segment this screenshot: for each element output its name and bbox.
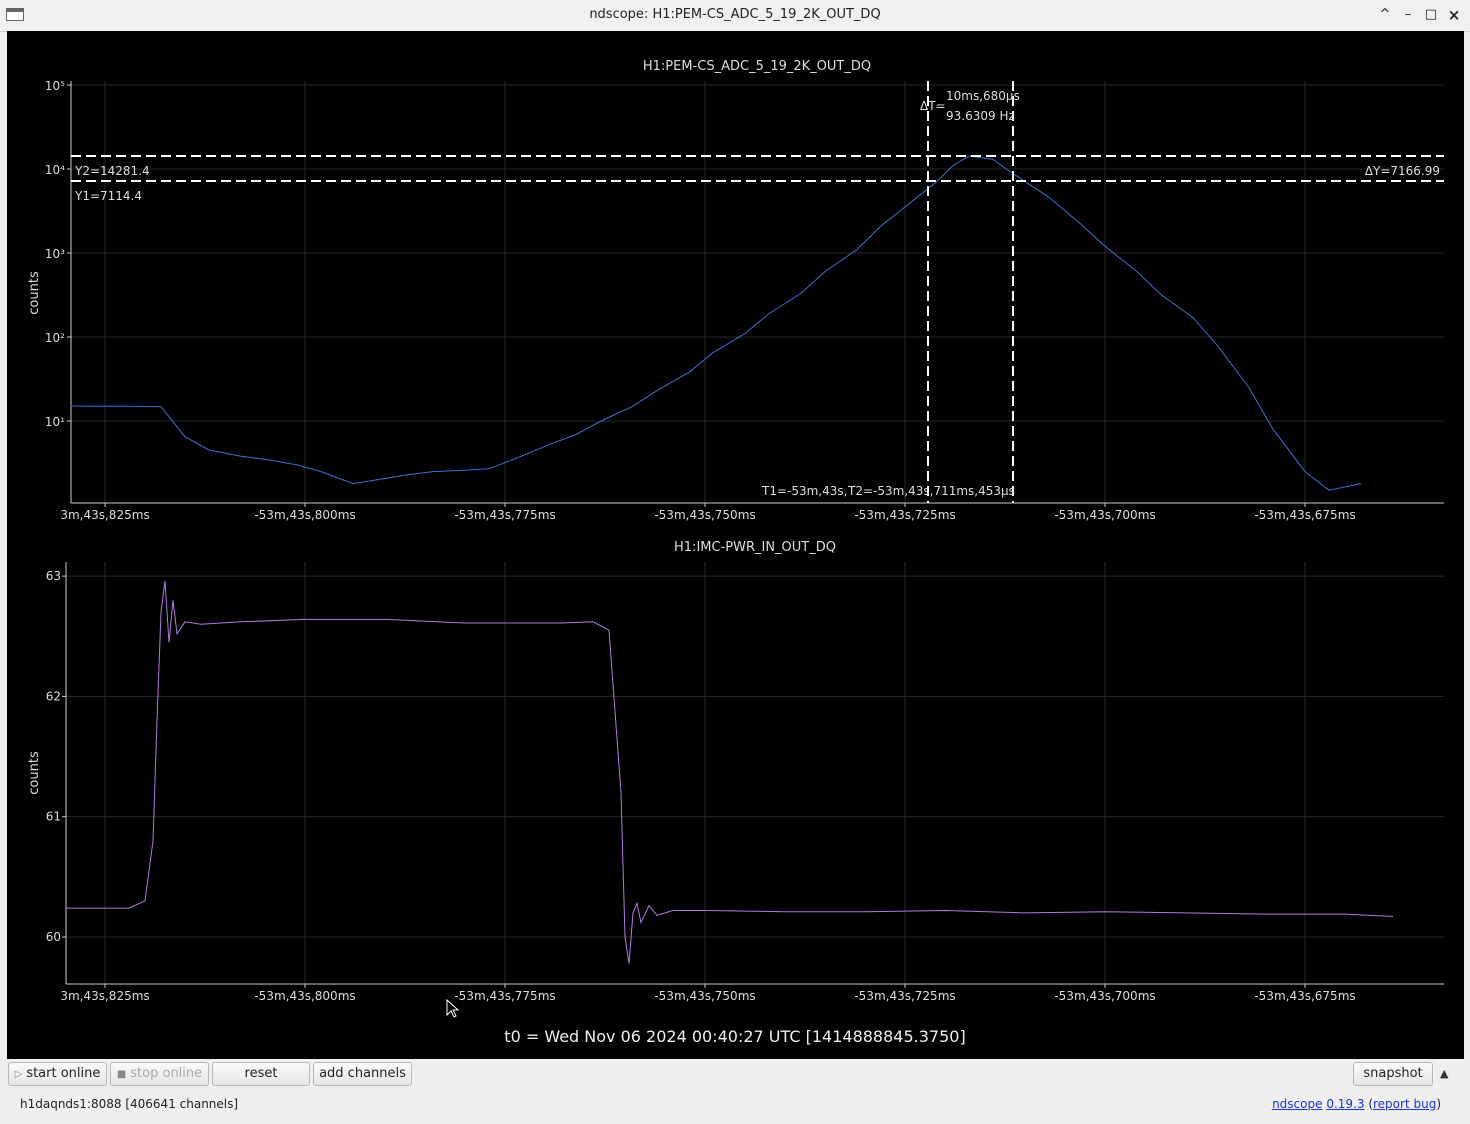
top-x-tick-label: -53m,43s,700ms [1054,508,1155,522]
bottom-plot-x-ticks: 3m,43s,825ms -53m,43s,800ms -53m,43s,775ms… [60,984,1356,1003]
top-x-tick-label: -53m,43s,750ms [654,508,755,522]
top-x-tick-label: 3m,43s,825ms [60,508,149,522]
maximize-window-icon[interactable]: □ [1422,6,1440,24]
cursor-dt-freq: 93.6309 Hz [946,109,1015,123]
top-y-tick-label: 10⁴ [45,163,65,177]
bottom-y-tick-label: 62 [46,689,61,703]
bottom-x-tick-label: -53m,43s,725ms [854,989,955,1003]
stop-online-button[interactable]: ■ stop online [110,1062,209,1086]
top-plot-title: H1:PEM-CS_ADC_5_19_2K_OUT_DQ [643,59,871,74]
cursor-t1-label: T1=-53m,43s, [761,484,847,498]
top-y-tick-label: 10¹ [45,415,65,429]
bottom-x-tick-label: -53m,43s,675ms [1254,989,1355,1003]
ndscope-link[interactable]: ndscope [1272,1097,1322,1111]
start-online-label: start online [26,1066,101,1081]
version-link[interactable]: 0.19.3 [1326,1097,1364,1111]
stop-icon: ■ [116,1069,127,1080]
top-plot-trace[interactable] [70,155,1362,491]
start-online-button[interactable]: ▷ start online [8,1062,107,1086]
bottom-y-tick-label: 60 [46,930,61,944]
stop-online-label: stop online [130,1066,203,1081]
bottom-y-tick-label: 61 [46,810,61,824]
top-x-tick-label: -53m,43s,775ms [454,508,555,522]
minimize-window-icon[interactable]: – [1399,6,1417,24]
bottom-plot-grid [66,562,1444,984]
bottom-plot-y-ticks: 63 62 61 60 [46,569,66,944]
cursor-y2-label: Y2=14281.4 [74,164,150,178]
add-channels-button[interactable]: add channels [313,1062,412,1086]
reset-button[interactable]: reset [212,1062,310,1086]
expand-panel-icon[interactable]: ▲ [1440,1067,1448,1080]
close-window-icon[interactable]: × [1445,6,1463,24]
top-x-tick-label: -53m,43s,675ms [1254,508,1355,522]
bottom-toolbar: ▷ start online ■ stop online reset add cha… [0,1059,1470,1124]
server-status: h1daqnds1:8088 [406641 channels] [20,1097,239,1111]
version-info: ndscope 0.19.3 (report bug) [1272,1097,1441,1111]
shade-window-icon[interactable]: ^ [1376,6,1394,24]
bottom-y-tick-label: 63 [46,569,61,583]
plot-area[interactable]: H1:PEM-CS_ADC_5_19_2K_OUT_DQ counts 10⁵ 1… [7,31,1464,1059]
top-y-tick-label: 10³ [45,247,65,261]
top-plot-ylabel: counts [27,271,42,315]
snapshot-button[interactable]: snapshot [1353,1062,1433,1086]
top-y-tick-label: 10⁵ [45,79,65,93]
top-x-tick-label: -53m,43s,800ms [254,508,355,522]
bottom-plot-trace[interactable] [66,580,1394,964]
bottom-plot-title: H1:IMC-PWR_IN_OUT_DQ [674,540,836,555]
cursor-y1-label: Y1=7114.4 [74,189,142,203]
t0-label: t0 = Wed Nov 06 2024 00:40:27 UTC [14148… [504,1027,965,1046]
cursor-dt-prefix: ΔT= [920,99,946,113]
title-bar: ndscope: H1:PEM-CS_ADC_5_19_2K_OUT_DQ ^ … [0,0,1470,32]
cursor-t2-label: T2=-53m,43s,711ms,453µs [847,484,1015,498]
top-plot-y-ticks: 10⁵ 10⁴ 10³ 10² 10¹ [45,79,71,429]
top-x-tick-label: -53m,43s,725ms [854,508,955,522]
top-y-tick-label: 10² [45,331,65,345]
top-plot-grid [71,81,1444,503]
bottom-x-tick-label: 3m,43s,825ms [60,989,149,1003]
bottom-x-tick-label: -53m,43s,750ms [654,989,755,1003]
bottom-x-tick-label: -53m,43s,800ms [254,989,355,1003]
bottom-plot-ylabel: counts [27,751,42,795]
cursor-dy-label: ΔY=7166.99 [1365,164,1440,178]
report-bug-link[interactable]: report bug [1373,1097,1436,1111]
window-title: ndscope: H1:PEM-CS_ADC_5_19_2K_OUT_DQ [589,7,881,22]
bottom-x-tick-label: -53m,43s,700ms [1054,989,1155,1003]
play-icon: ▷ [14,1069,23,1080]
cursor-dt-value: 10ms,680µs [946,89,1020,103]
bottom-x-tick-label: -53m,43s,775ms [454,989,555,1003]
top-plot-x-ticks: 3m,43s,825ms -53m,43s,800ms -53m,43s,775ms… [60,503,1356,522]
